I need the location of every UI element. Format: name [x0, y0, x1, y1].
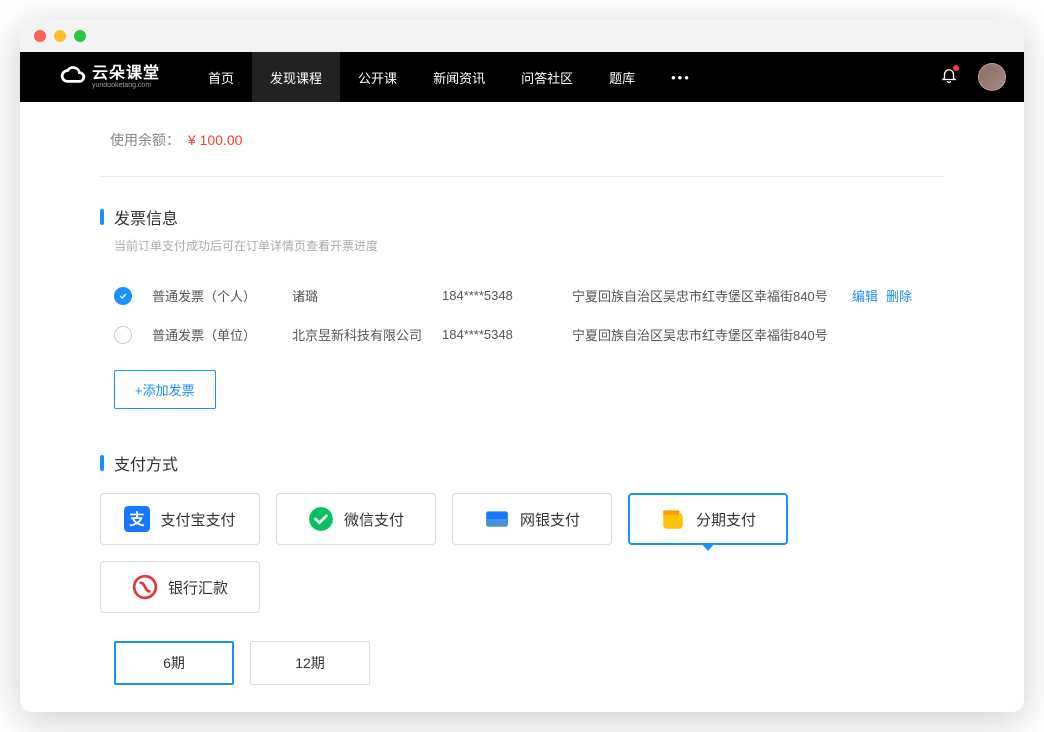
user-avatar[interactable]	[978, 63, 1006, 91]
nav-item[interactable]: 首页	[190, 52, 252, 102]
invoice-phone: 184****5348	[442, 327, 552, 342]
payment-method-label: 微信支付	[344, 509, 404, 530]
balance-amount: ¥ 100.00	[188, 132, 243, 148]
navbar: 云朵课堂 yunduoketang.com 首页发现课程公开课新闻资讯问答社区题…	[20, 52, 1024, 102]
invoice-actions: 编辑删除	[852, 286, 920, 305]
minimize-window-button[interactable]	[54, 30, 66, 42]
installment-options: 6期 12期	[100, 641, 944, 685]
add-invoice-button[interactable]: +添加发票	[114, 370, 216, 409]
notifications-button[interactable]	[940, 66, 958, 89]
invoice-type: 普通发票（单位）	[152, 325, 272, 344]
nav-item[interactable]: 发现课程	[252, 52, 340, 102]
payment-section-title: 支付方式	[100, 451, 944, 475]
invoice-radio[interactable]	[114, 326, 132, 344]
logo-subtext: yunduoketang.com	[92, 82, 160, 89]
edit-invoice-link[interactable]: 编辑	[852, 289, 878, 304]
notification-badge	[953, 65, 959, 71]
payment-method-card[interactable]: 分期支付	[628, 493, 788, 545]
installment-option[interactable]: 12期	[250, 641, 370, 685]
invoice-hint: 当前订单支付成功后可在订单详情页查看开票进度	[100, 237, 944, 254]
maximize-window-button[interactable]	[74, 30, 86, 42]
titlebar	[20, 20, 1024, 52]
invoice-radio[interactable]	[114, 287, 132, 305]
invoice-list: 普通发票（个人） 诸璐 184****5348 宁夏回族自治区吴忠市红寺堡区幸福…	[100, 276, 944, 354]
invoice-name: 北京昱新科技有限公司	[292, 325, 422, 344]
close-window-button[interactable]	[34, 30, 46, 42]
unionpay-icon	[484, 506, 510, 532]
invoice-section-title: 发票信息	[100, 205, 944, 229]
alipay-icon: 支	[124, 506, 150, 532]
nav-item[interactable]: 公开课	[340, 52, 415, 102]
wechat-icon	[308, 506, 334, 532]
payment-methods: 支支付宝支付 微信支付 网银支付 分期支付银行汇款	[100, 493, 944, 613]
payment-method-label: 网银支付	[520, 509, 580, 530]
installment-option[interactable]: 6期	[114, 641, 234, 685]
balance-label: 使用余额：	[110, 132, 180, 148]
payment-method-label: 支付宝支付	[160, 509, 235, 530]
nav-item[interactable]: 新闻资讯	[415, 52, 503, 102]
invoice-row: 普通发票（个人） 诸璐 184****5348 宁夏回族自治区吴忠市红寺堡区幸福…	[100, 276, 944, 315]
payment-method-card[interactable]: 微信支付	[276, 493, 436, 545]
invoice-name: 诸璐	[292, 286, 422, 305]
invoice-address: 宁夏回族自治区吴忠市红寺堡区幸福街840号	[572, 325, 832, 344]
nav-items: 首页发现课程公开课新闻资讯问答社区题库	[190, 52, 653, 102]
invoice-row: 普通发票（单位） 北京昱新科技有限公司 184****5348 宁夏回族自治区吴…	[100, 315, 944, 354]
payment-method-label: 银行汇款	[168, 577, 228, 598]
nav-item[interactable]: 问答社区	[503, 52, 591, 102]
logo[interactable]: 云朵课堂 yunduoketang.com	[60, 64, 160, 90]
cloud-logo-icon	[60, 64, 86, 90]
payment-method-card[interactable]: 银行汇款	[100, 561, 260, 613]
balance-row: 使用余额： ¥ 100.00	[100, 102, 944, 168]
divider	[100, 176, 944, 177]
nav-more-icon[interactable]: •••	[653, 70, 709, 85]
invoice-phone: 184****5348	[442, 288, 552, 303]
invoice-address: 宁夏回族自治区吴忠市红寺堡区幸福街840号	[572, 286, 832, 305]
svg-text:支: 支	[129, 510, 146, 528]
logo-text: 云朵课堂	[92, 66, 160, 82]
bank-icon	[132, 574, 158, 600]
content: 使用余额： ¥ 100.00 发票信息 当前订单支付成功后可在订单详情页查看开票…	[20, 102, 1024, 712]
app-window: 云朵课堂 yunduoketang.com 首页发现课程公开课新闻资讯问答社区题…	[20, 20, 1024, 712]
nav-item[interactable]: 题库	[591, 52, 653, 102]
payment-method-label: 分期支付	[696, 509, 756, 530]
payment-method-card[interactable]: 支支付宝支付	[100, 493, 260, 545]
delete-invoice-link[interactable]: 删除	[886, 289, 912, 304]
payment-method-card[interactable]: 网银支付	[452, 493, 612, 545]
invoice-type: 普通发票（个人）	[152, 286, 272, 305]
installment-icon	[660, 506, 686, 532]
